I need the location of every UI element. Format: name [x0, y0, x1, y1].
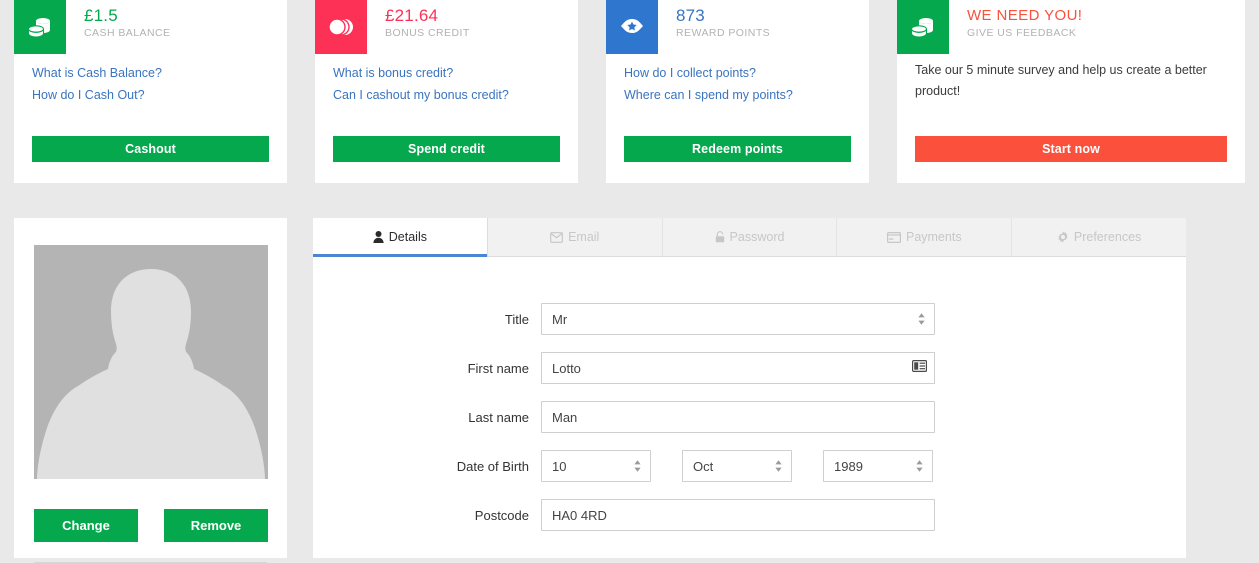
card-link[interactable]: What is Cash Balance? — [32, 62, 269, 84]
card-header-text: £1.5 CASH BALANCE — [66, 0, 171, 39]
title-select[interactable] — [541, 303, 935, 335]
tab-label: Preferences — [1073, 230, 1142, 244]
card-header: WE NEED YOU! GIVE US FEEDBACK — [897, 0, 1245, 54]
tab-label: Email — [568, 230, 600, 244]
summary-cards-row: £1.5 CASH BALANCE What is Cash Balance? … — [0, 0, 1259, 183]
form-row-title: Title — [313, 303, 1186, 335]
postcode-input[interactable] — [541, 499, 935, 531]
profile-photo-actions: Change Remove — [34, 509, 268, 542]
tab-email[interactable]: Email — [488, 218, 663, 256]
card-caption: CASH BALANCE — [84, 27, 171, 39]
account-section: Change Remove Details Email Password Pay… — [0, 183, 1259, 563]
card-links: What is Cash Balance? How do I Cash Out? — [14, 54, 287, 106]
dob-day-select[interactable] — [541, 450, 651, 482]
details-form: Title First name Last name — [313, 257, 1186, 531]
coins-overlap-icon — [315, 0, 367, 54]
gear-icon — [1057, 231, 1069, 243]
credit-card-icon — [886, 231, 901, 243]
feedback-card: WE NEED YOU! GIVE US FEEDBACK Take our 5… — [897, 0, 1245, 183]
tab-password[interactable]: Password — [663, 218, 838, 256]
lock-icon — [715, 231, 725, 243]
first-name-label: First name — [467, 360, 529, 376]
account-tabs: Details Email Password Payments Preferen… — [313, 218, 1186, 257]
card-header: 873 REWARD POINTS — [606, 0, 869, 54]
cashout-button[interactable]: Cashout — [32, 136, 269, 162]
card-header-text: £21.64 BONUS CREDIT — [367, 0, 470, 39]
card-links: What is bonus credit? Can I cashout my b… — [315, 54, 578, 106]
dob-day-wrap — [541, 450, 651, 482]
dob-month-wrap — [682, 450, 792, 482]
last-name-label: Last name — [468, 409, 529, 425]
change-photo-button[interactable]: Change — [34, 509, 138, 542]
cash-balance-card: £1.5 CASH BALANCE What is Cash Balance? … — [14, 0, 287, 183]
award-star-icon — [606, 0, 658, 54]
card-amount: 873 — [676, 6, 705, 25]
summary-card-slot: 873 REWARD POINTS How do I collect point… — [592, 0, 883, 183]
card-body-text: Take our 5 minute survey and help us cre… — [915, 63, 1207, 98]
tab-label: Password — [729, 230, 785, 244]
card-caption: GIVE US FEEDBACK — [967, 27, 1077, 39]
title-select-wrap — [541, 303, 935, 335]
title-label: Title — [504, 311, 529, 327]
form-row-last-name: Last name — [313, 401, 1186, 433]
spend-credit-button[interactable]: Spend credit — [333, 136, 560, 162]
reward-points-card: 873 REWARD POINTS How do I collect point… — [606, 0, 869, 183]
last-name-input[interactable] — [541, 401, 935, 433]
postcode-label: Postcode — [474, 507, 529, 523]
start-now-button[interactable]: Start now — [915, 136, 1227, 162]
dob-label: Date of Birth — [456, 458, 529, 474]
card-links: How do I collect points? Where can I spe… — [606, 54, 869, 106]
card-link[interactable]: How do I collect points? — [624, 62, 851, 84]
card-header: £21.64 BONUS CREDIT — [315, 0, 578, 54]
tab-label: Payments — [905, 230, 962, 244]
coins-stack-icon — [14, 0, 66, 54]
redeem-points-button[interactable]: Redeem points — [624, 136, 851, 162]
card-link[interactable]: Can I cashout my bonus credit? — [333, 84, 560, 106]
dob-year-select[interactable] — [823, 450, 933, 482]
card-amount: £1.5 — [84, 6, 118, 25]
tab-payments[interactable]: Payments — [837, 218, 1013, 256]
card-caption: REWARD POINTS — [676, 27, 771, 39]
avatar — [34, 245, 268, 479]
card-amount: WE NEED YOU! — [967, 7, 1083, 24]
envelope-icon — [550, 231, 563, 243]
summary-card-slot: £1.5 CASH BALANCE What is Cash Balance? … — [0, 0, 301, 183]
bonus-credit-card: £21.64 BONUS CREDIT What is bonus credit… — [315, 0, 578, 183]
account-details-panel: Details Email Password Payments Preferen… — [313, 218, 1186, 558]
profile-photo-panel: Change Remove — [14, 218, 287, 563]
card-header: £1.5 CASH BALANCE — [14, 0, 287, 54]
summary-card-slot: £21.64 BONUS CREDIT What is bonus credit… — [301, 0, 592, 183]
card-header-text: 873 REWARD POINTS — [658, 0, 770, 39]
tab-label: Details — [388, 230, 427, 244]
remove-photo-button[interactable]: Remove — [164, 509, 268, 542]
form-row-first-name: First name — [313, 352, 1186, 384]
card-caption: BONUS CREDIT — [385, 27, 470, 39]
form-row-postcode: Postcode — [313, 499, 1186, 531]
card-link[interactable]: What is bonus credit? — [333, 62, 560, 84]
dob-month-select[interactable] — [682, 450, 792, 482]
card-link[interactable]: How do I Cash Out? — [32, 84, 269, 106]
card-link[interactable]: Where can I spend my points? — [624, 84, 851, 106]
user-icon — [373, 231, 384, 243]
coins-stack-icon — [897, 0, 949, 54]
card-amount: £21.64 — [385, 6, 439, 25]
first-name-input[interactable] — [541, 352, 935, 384]
first-name-field-wrap — [541, 352, 935, 384]
summary-card-slot: WE NEED YOU! GIVE US FEEDBACK Take our 5… — [883, 0, 1259, 183]
form-row-dob: Date of Birth — [313, 450, 1186, 482]
tab-details[interactable]: Details — [313, 218, 488, 257]
dob-year-wrap — [823, 450, 933, 482]
user-silhouette-icon — [34, 245, 268, 479]
tab-preferences[interactable]: Preferences — [1012, 218, 1186, 256]
card-header-text: WE NEED YOU! GIVE US FEEDBACK — [949, 0, 1082, 39]
